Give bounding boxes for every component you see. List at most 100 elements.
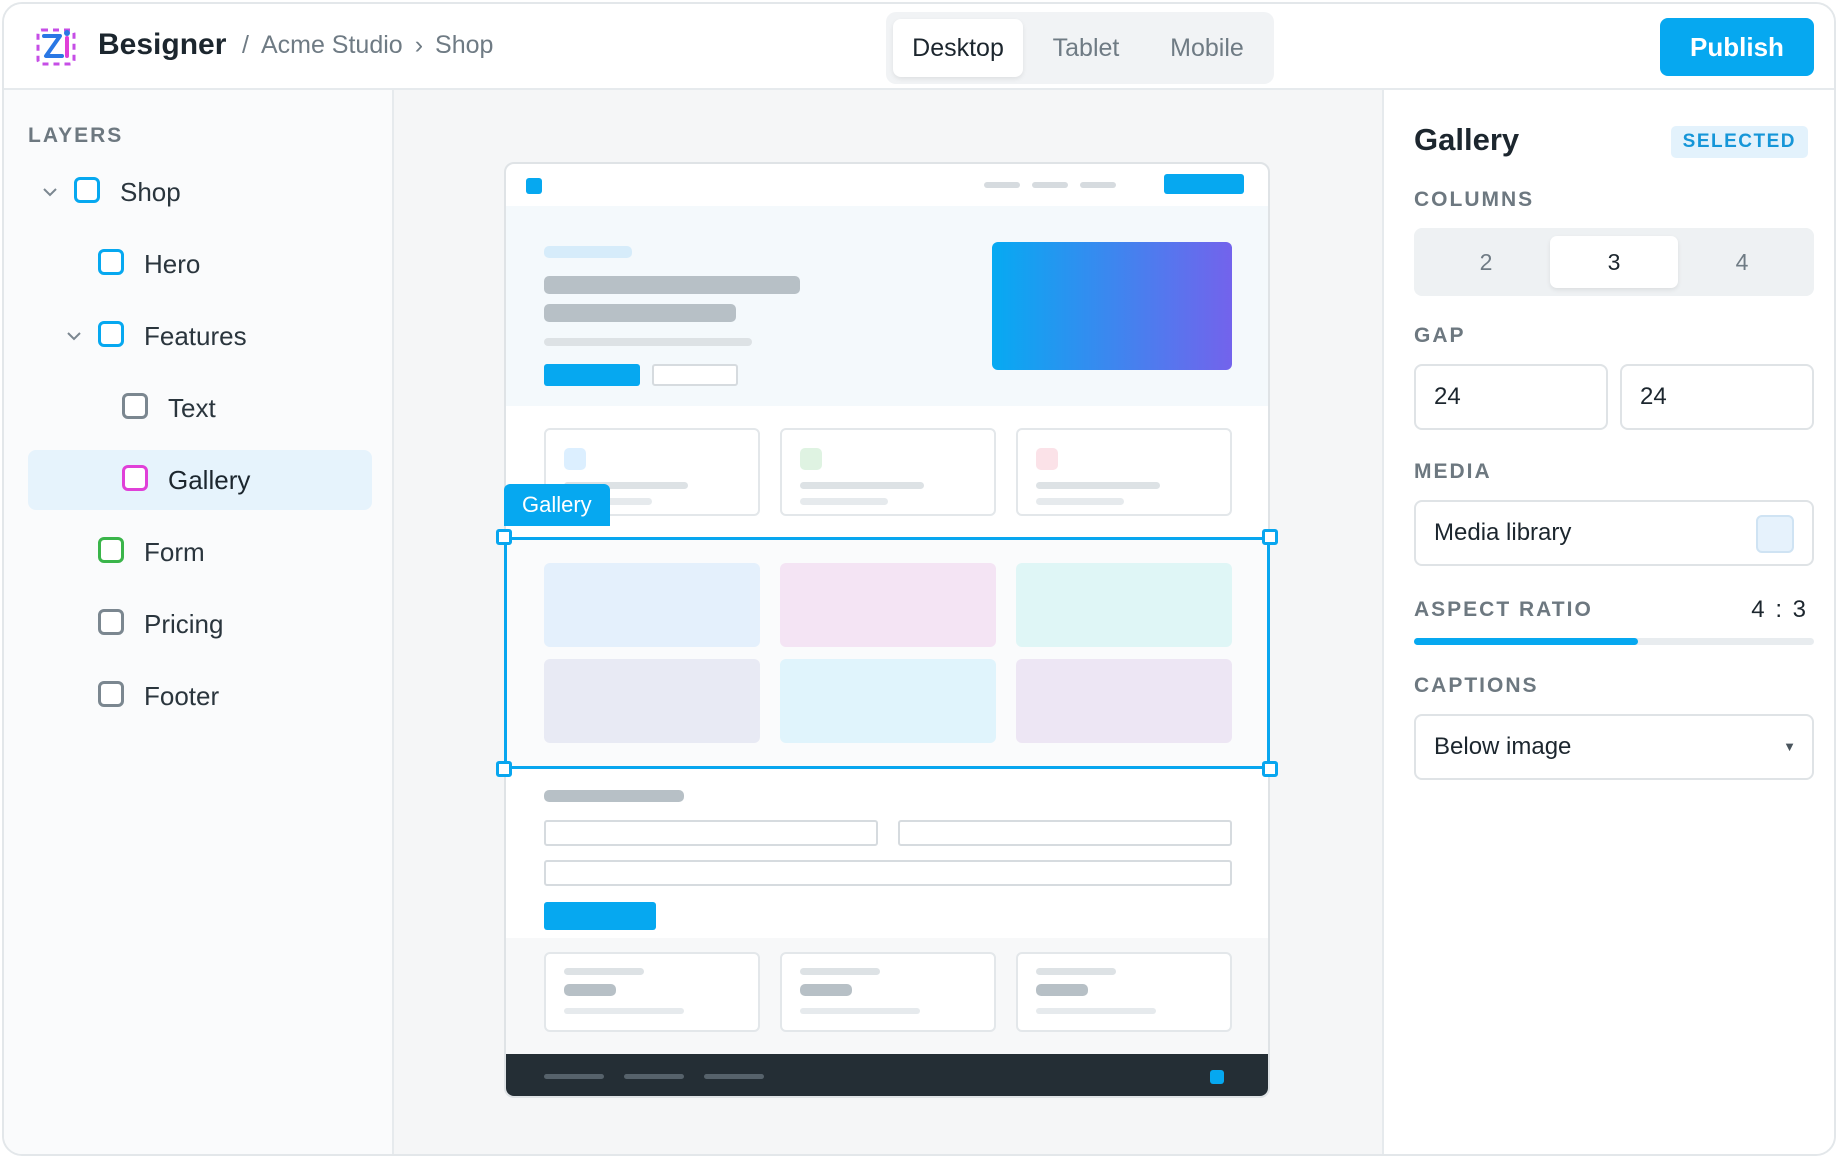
preview-hero-primary-button bbox=[544, 364, 640, 386]
layer-pricing[interactable]: Pricing bbox=[28, 594, 372, 654]
media-thumbnail-icon[interactable] bbox=[1756, 515, 1794, 553]
selection-frame[interactable] bbox=[504, 537, 1270, 769]
preview-pricing-line bbox=[800, 1008, 920, 1014]
preview-pricing-card bbox=[780, 952, 996, 1032]
preview-form-input bbox=[544, 820, 878, 846]
preview-footer-link bbox=[704, 1074, 764, 1079]
design-canvas[interactable]: Gallery bbox=[394, 90, 1382, 1154]
layer-box-icon bbox=[98, 609, 124, 635]
columns-segmented-control: 2 3 4 bbox=[1414, 228, 1814, 296]
preview-form-heading bbox=[544, 790, 684, 802]
preview-footer-logo bbox=[1210, 1070, 1224, 1084]
selection-label[interactable]: Gallery bbox=[504, 484, 610, 526]
captions-select[interactable]: Below image ▼ bbox=[1414, 714, 1814, 780]
preview-pricing-price bbox=[564, 984, 616, 996]
preview-nav-link bbox=[1080, 182, 1116, 188]
layer-box-icon bbox=[98, 537, 124, 563]
layer-hero[interactable]: Hero bbox=[28, 234, 372, 294]
layer-form[interactable]: Form bbox=[28, 522, 372, 582]
preview-feature-card[interactable] bbox=[780, 428, 996, 516]
preview-feature-line bbox=[1036, 482, 1160, 489]
layer-shop[interactable]: Shop bbox=[28, 162, 372, 222]
tab-desktop[interactable]: Desktop bbox=[893, 19, 1023, 77]
aspect-ratio-label: ASPECT RATIO bbox=[1414, 598, 1593, 621]
preview-footer[interactable] bbox=[506, 1054, 1268, 1096]
preview-form-submit bbox=[544, 902, 656, 930]
preview-hero[interactable] bbox=[506, 206, 1268, 406]
breadcrumb-separator: / bbox=[242, 31, 249, 59]
breadcrumb-page[interactable]: Shop bbox=[435, 31, 493, 59]
preview-feature-line bbox=[800, 498, 888, 505]
layer-label: Footer bbox=[144, 681, 220, 711]
breadcrumb-chevron: › bbox=[414, 31, 424, 59]
aspect-ratio-value: 4 : 3 bbox=[1751, 596, 1808, 623]
layer-box-icon bbox=[122, 465, 148, 491]
app-name: Besigner bbox=[98, 28, 227, 61]
captions-value: Below image bbox=[1434, 733, 1572, 760]
resize-handle-bottom-right[interactable] bbox=[1262, 761, 1278, 777]
resize-handle-top-right[interactable] bbox=[1262, 529, 1278, 545]
layer-label: Features bbox=[144, 321, 247, 351]
media-library-field[interactable]: Media library bbox=[1414, 500, 1814, 566]
preview-pricing-line bbox=[564, 968, 644, 975]
preview-hero-heading bbox=[544, 276, 800, 294]
inspector-title: Gallery bbox=[1414, 122, 1520, 157]
tab-mobile[interactable]: Mobile bbox=[1148, 19, 1266, 77]
preview-pricing[interactable] bbox=[506, 938, 1268, 1054]
preview-pricing-line bbox=[564, 1008, 684, 1014]
layer-label: Gallery bbox=[168, 465, 251, 495]
layer-box-icon bbox=[98, 321, 124, 347]
publish-button[interactable]: Publish bbox=[1660, 18, 1814, 76]
preview-hero-text bbox=[544, 338, 752, 346]
columns-label: COLUMNS bbox=[1414, 188, 1535, 211]
tab-tablet[interactable]: Tablet bbox=[1028, 19, 1144, 77]
app-window: Besigner / Acme Studio › Shop Desktop Table… bbox=[2, 2, 1836, 1156]
preview-feature-icon bbox=[1036, 448, 1058, 470]
layer-box-icon bbox=[98, 249, 124, 275]
aspect-ratio-slider-fill bbox=[1414, 638, 1638, 645]
preview-nav-button bbox=[1164, 174, 1244, 194]
preview-feature-icon bbox=[564, 448, 586, 470]
media-library-value: Media library bbox=[1434, 519, 1572, 546]
columns-option-3[interactable]: 3 bbox=[1550, 236, 1678, 288]
preview-feature-line bbox=[1036, 498, 1124, 505]
besigner-logo-icon bbox=[36, 28, 76, 66]
preview-pricing-price bbox=[1036, 984, 1088, 996]
device-toggle: Desktop Tablet Mobile bbox=[886, 12, 1274, 84]
gap-y-input[interactable]: 24 bbox=[1620, 364, 1814, 430]
preview-nav-link bbox=[1032, 182, 1068, 188]
preview-feature-line bbox=[800, 482, 924, 489]
preview-pricing-line bbox=[800, 968, 880, 975]
preview-hero-secondary-button bbox=[652, 364, 738, 386]
layer-footer[interactable]: Footer bbox=[28, 666, 372, 726]
preview-feature-card[interactable] bbox=[1016, 428, 1232, 516]
preview-pricing-price bbox=[800, 984, 852, 996]
selected-badge: SELECTED bbox=[1670, 126, 1808, 158]
layer-label: Pricing bbox=[144, 609, 224, 639]
layers-heading: LAYERS bbox=[28, 124, 124, 147]
chevron-down-icon[interactable] bbox=[42, 184, 58, 200]
layer-label: Shop bbox=[120, 177, 181, 207]
columns-option-4[interactable]: 4 bbox=[1678, 236, 1806, 288]
layer-box-icon bbox=[98, 681, 124, 707]
layers-panel: LAYERS Shop Hero Features Text Gallery F… bbox=[4, 90, 394, 1154]
columns-option-2[interactable]: 2 bbox=[1422, 236, 1550, 288]
aspect-ratio-slider[interactable] bbox=[1414, 638, 1814, 645]
layer-box-icon bbox=[74, 177, 100, 203]
resize-handle-bottom-left[interactable] bbox=[496, 761, 512, 777]
media-label: MEDIA bbox=[1414, 460, 1492, 483]
layer-features[interactable]: Features bbox=[28, 306, 372, 366]
chevron-down-icon[interactable] bbox=[66, 328, 82, 344]
preview-pricing-line bbox=[1036, 968, 1116, 975]
resize-handle-top-left[interactable] bbox=[496, 529, 512, 545]
breadcrumb-workspace[interactable]: Acme Studio bbox=[261, 31, 403, 59]
preview-footer-link bbox=[544, 1074, 604, 1079]
breadcrumb: / Acme Studio › Shop bbox=[242, 31, 493, 60]
layer-text[interactable]: Text bbox=[28, 378, 372, 438]
layer-box-icon bbox=[122, 393, 148, 419]
gap-x-input[interactable]: 24 bbox=[1414, 364, 1608, 430]
preview-pricing-card bbox=[1016, 952, 1232, 1032]
captions-label: CAPTIONS bbox=[1414, 674, 1539, 697]
layer-gallery[interactable]: Gallery bbox=[28, 450, 372, 510]
preview-feature-icon bbox=[800, 448, 822, 470]
